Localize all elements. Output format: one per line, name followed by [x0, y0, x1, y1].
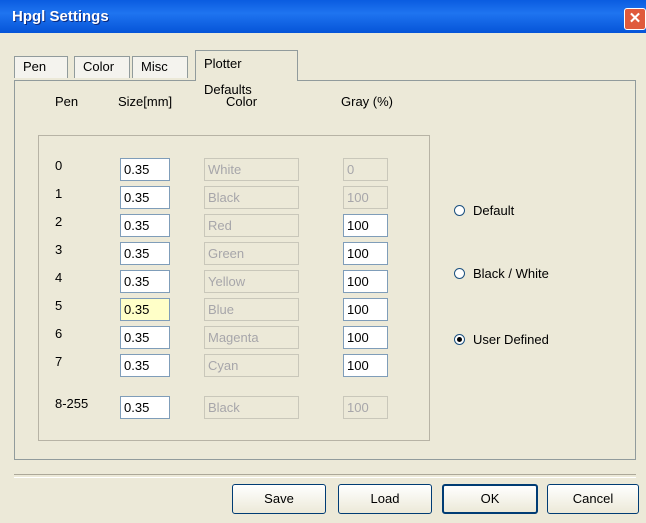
- gray-input[interactable]: 100: [343, 326, 388, 349]
- pen-number: 7: [55, 354, 63, 369]
- size-input[interactable]: 0.35: [120, 214, 170, 237]
- color-field: Magenta: [204, 326, 299, 349]
- load-button[interactable]: Load: [338, 484, 432, 514]
- color-field: Blue: [204, 298, 299, 321]
- window-title: Hpgl Settings: [12, 8, 109, 25]
- size-input[interactable]: 0.35: [120, 298, 170, 321]
- color-field: Black: [204, 396, 299, 419]
- size-input[interactable]: 0.35: [120, 186, 170, 209]
- gray-input: 0: [343, 158, 388, 181]
- ok-button[interactable]: OK: [442, 484, 538, 514]
- column-header-size: Size[mm]: [118, 94, 173, 109]
- color-field: Red: [204, 214, 299, 237]
- radio-user-defined[interactable]: User Defined: [454, 332, 549, 347]
- pen-number: 1: [55, 186, 63, 201]
- pen-number: 8-255: [55, 396, 89, 411]
- color-field: Green: [204, 242, 299, 265]
- close-icon: ✕: [628, 10, 642, 27]
- pen-number: 2: [55, 214, 63, 229]
- gray-input: 100: [343, 396, 388, 419]
- close-button[interactable]: ✕: [624, 8, 646, 30]
- gray-input[interactable]: 100: [343, 270, 388, 293]
- size-input[interactable]: 0.35: [120, 354, 170, 377]
- color-field: White: [204, 158, 299, 181]
- pen-number: 5: [55, 298, 63, 313]
- column-header-pen: Pen: [55, 94, 79, 109]
- pen-number: 0: [55, 158, 63, 173]
- column-header-gray: Gray (%): [341, 94, 393, 109]
- pen-number: 4: [55, 270, 63, 285]
- radio-circle-icon[interactable]: [454, 205, 465, 216]
- tab-color[interactable]: Color: [74, 56, 130, 78]
- gray-input[interactable]: 100: [343, 214, 388, 237]
- radio-default[interactable]: Default: [454, 203, 514, 218]
- gray-input[interactable]: 100: [343, 242, 388, 265]
- radio-label: Black / White: [473, 266, 549, 281]
- size-input[interactable]: 0.35: [120, 242, 170, 265]
- gray-input[interactable]: 100: [343, 354, 388, 377]
- color-field: Yellow: [204, 270, 299, 293]
- radio-circle-icon[interactable]: [454, 268, 465, 279]
- divider: [14, 474, 636, 478]
- save-button[interactable]: Save: [232, 484, 326, 514]
- cancel-button[interactable]: Cancel: [547, 484, 639, 514]
- color-field: Black: [204, 186, 299, 209]
- gray-input: 100: [343, 186, 388, 209]
- size-input[interactable]: 0.35: [120, 158, 170, 181]
- size-input[interactable]: 0.35: [120, 270, 170, 293]
- tab-plotter-defaults[interactable]: Plotter Defaults: [195, 50, 298, 97]
- size-input[interactable]: 0.35: [120, 326, 170, 349]
- radio-label: User Defined: [473, 332, 549, 347]
- tab-misc[interactable]: Misc: [132, 56, 188, 78]
- color-field: Cyan: [204, 354, 299, 377]
- radio-circle-icon[interactable]: [454, 334, 465, 345]
- radio-black-white[interactable]: Black / White: [454, 266, 549, 281]
- pen-number: 3: [55, 242, 63, 257]
- title-bar: Hpgl Settings ✕: [0, 0, 646, 33]
- size-input[interactable]: 0.35: [120, 396, 170, 419]
- radio-label: Default: [473, 203, 515, 218]
- gray-input[interactable]: 100: [343, 298, 388, 321]
- tab-pen[interactable]: Pen: [14, 56, 68, 78]
- pen-number: 6: [55, 326, 63, 341]
